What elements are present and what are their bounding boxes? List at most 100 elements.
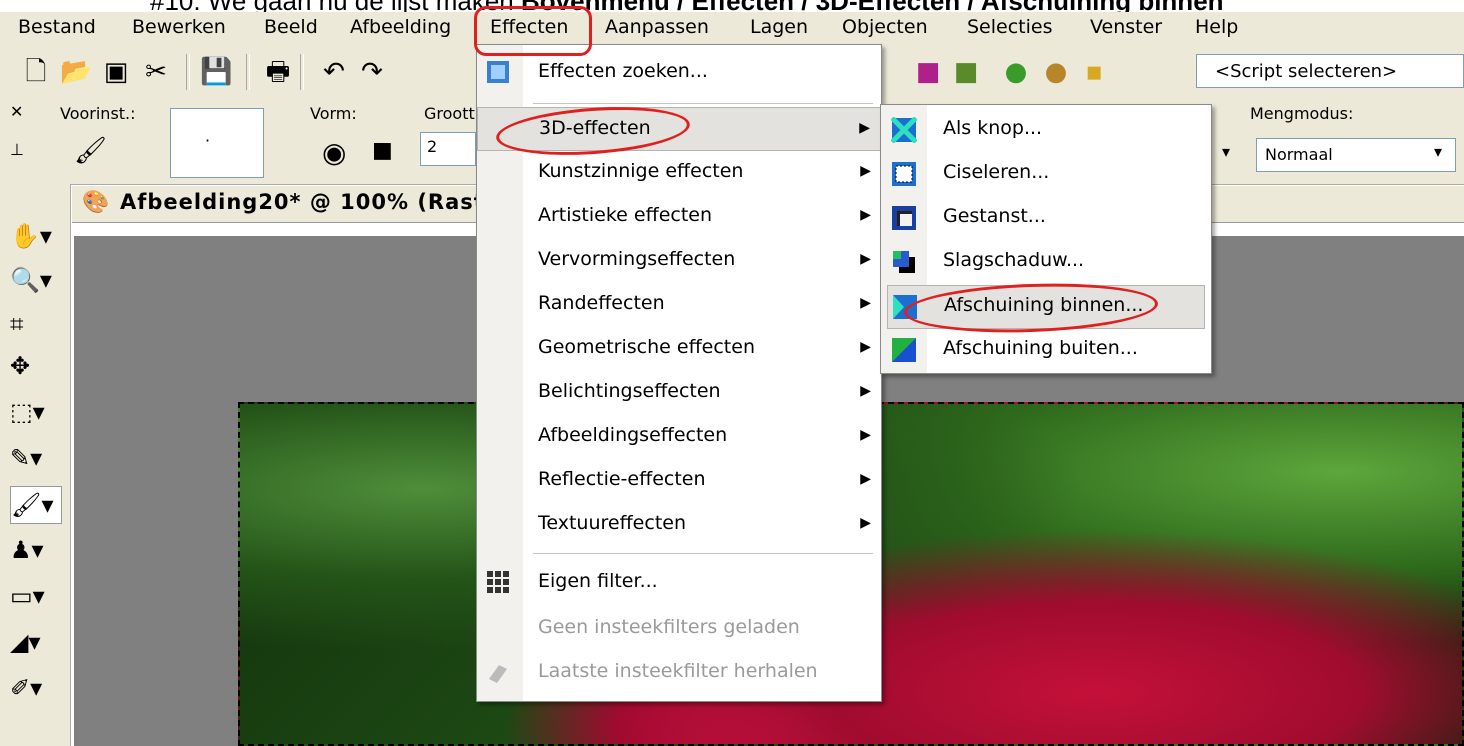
submenu-arrow-icon: ▶ bbox=[860, 251, 871, 267]
picture-icon[interactable]: ▪ bbox=[1078, 56, 1110, 88]
menu-item-repeat-last-plugin: Laatste insteekfilter herhalen bbox=[477, 651, 881, 695]
menu-item-label: Belichtingseffecten bbox=[538, 380, 721, 402]
brush-preset-icon[interactable]: 🖌 bbox=[74, 136, 107, 166]
save-icon[interactable]: 💾 bbox=[200, 56, 232, 88]
menu-item-label: Textuureffecten bbox=[538, 512, 687, 534]
submenu-item-label: Gestanst... bbox=[943, 205, 1046, 227]
3d-effects-submenu: Als knop... Ciseleren... Gestanst... Sla… bbox=[880, 104, 1212, 374]
crop-tool-icon[interactable]: ⌗ bbox=[10, 306, 60, 342]
print-icon[interactable]: 🖶 bbox=[262, 56, 294, 88]
repeat-plugin-icon bbox=[489, 665, 507, 683]
menu-separator bbox=[533, 103, 873, 104]
menu-item-search-effects[interactable]: Effecten zoeken... bbox=[477, 51, 881, 95]
menu-item-label: Effecten zoeken... bbox=[538, 60, 708, 82]
submenu-item-label: Afschuining buiten... bbox=[943, 337, 1138, 359]
scan-icon[interactable]: ✂ bbox=[140, 56, 172, 88]
palette-icon: 🎨 bbox=[82, 190, 110, 215]
chevron-down-icon[interactable]: ▾ bbox=[1434, 142, 1442, 161]
selection-tool-icon[interactable]: ⬚▾ bbox=[10, 394, 60, 430]
move-tool-icon[interactable]: ✥ bbox=[10, 348, 60, 384]
portrait-icon[interactable]: ■ bbox=[912, 56, 944, 88]
person-icon[interactable]: ● bbox=[1000, 56, 1032, 88]
preset-label: Voorinst.: bbox=[60, 104, 136, 123]
menu-item-distortion-effects[interactable]: Vervormingseffecten ▶ bbox=[477, 239, 881, 283]
outer-bevel-icon bbox=[892, 338, 916, 362]
menu-separator bbox=[533, 553, 873, 554]
pan-tool-icon[interactable]: ✋▾ bbox=[10, 218, 60, 254]
menu-item-texture-effects[interactable]: Textuureffecten ▶ bbox=[477, 503, 881, 547]
menu-item-label: Geometrische effecten bbox=[538, 336, 755, 358]
pin-icon[interactable]: ⊥ bbox=[10, 140, 24, 159]
submenu-arrow-icon: ▶ bbox=[860, 515, 871, 531]
menu-item-illumination-effects[interactable]: Belichtingseffecten ▶ bbox=[477, 371, 881, 415]
submenu-arrow-icon: ▶ bbox=[860, 471, 871, 487]
submenu-item-als-knop[interactable]: Als knop... bbox=[881, 109, 1211, 153]
submenu-arrow-icon: ▶ bbox=[860, 207, 871, 223]
menu-item-label: Kunstzinnige effecten bbox=[538, 160, 744, 182]
close-icon[interactable]: ✕ bbox=[10, 102, 23, 121]
menu-item-edge-effects[interactable]: Randeffecten ▶ bbox=[477, 283, 881, 327]
round-shape-icon[interactable]: ◉ bbox=[322, 136, 346, 169]
cutout-icon bbox=[892, 206, 916, 230]
button-effect-icon bbox=[891, 117, 917, 143]
submenu-item-label: Als knop... bbox=[943, 117, 1043, 139]
clone-tool-icon[interactable]: ♟▾ bbox=[10, 532, 60, 568]
browse-icon[interactable]: ▣ bbox=[100, 56, 132, 88]
menu-aanpassen[interactable]: Aanpassen bbox=[605, 16, 709, 38]
people-icon[interactable]: ● bbox=[1040, 56, 1072, 88]
open-folder-icon[interactable]: 📂 bbox=[60, 56, 92, 88]
chevron-down-icon[interactable]: ▾ bbox=[1222, 142, 1230, 161]
submenu-item-ciseleren[interactable]: Ciseleren... bbox=[881, 153, 1211, 197]
menu-item-label: Reflectie-effecten bbox=[538, 468, 706, 490]
menu-bestand[interactable]: Bestand bbox=[18, 16, 96, 38]
annotation-effecten-highlight bbox=[474, 6, 592, 56]
menu-item-geometric-effects[interactable]: Geometrische effecten ▶ bbox=[477, 327, 881, 371]
eraser-tool-icon[interactable]: ✐▾ bbox=[10, 670, 60, 706]
submenu-item-label: Ciseleren... bbox=[943, 161, 1050, 183]
shape-label: Vorm: bbox=[310, 104, 357, 123]
menu-bar: Bestand Bewerken Beeld Afbeelding Effect… bbox=[0, 12, 1464, 46]
dropper-tool-icon[interactable]: ✎▾ bbox=[10, 440, 60, 476]
drop-shadow-icon bbox=[893, 251, 915, 273]
brush-tip-select[interactable]: · bbox=[170, 108, 264, 178]
document-title: Afbeelding20* @ 100% (Raste bbox=[120, 190, 501, 214]
scratch-tool-icon[interactable]: ▭▾ bbox=[10, 578, 60, 614]
toolbar-separator bbox=[186, 54, 190, 90]
zoom-tool-icon[interactable]: 🔍▾ bbox=[10, 262, 60, 298]
blend-mode-label: Mengmodus: bbox=[1250, 104, 1354, 123]
landscape-icon[interactable]: ■ bbox=[950, 56, 982, 88]
submenu-arrow-icon: ▶ bbox=[860, 383, 871, 399]
submenu-item-gestanst[interactable]: Gestanst... bbox=[881, 197, 1211, 241]
menu-item-reflection-effects[interactable]: Reflectie-effecten ▶ bbox=[477, 459, 881, 503]
menu-item-user-defined-filter[interactable]: Eigen filter... bbox=[477, 561, 881, 605]
menu-objecten[interactable]: Objecten bbox=[842, 16, 928, 38]
menu-beeld[interactable]: Beeld bbox=[264, 16, 318, 38]
size-input[interactable]: 2 bbox=[420, 132, 476, 166]
menu-item-image-effects[interactable]: Afbeeldingseffecten ▶ bbox=[477, 415, 881, 459]
paintbrush-tool-icon[interactable]: 🖌▾ bbox=[10, 486, 62, 524]
menu-afbeelding[interactable]: Afbeelding bbox=[350, 16, 451, 38]
new-file-icon[interactable]: 🗋 bbox=[20, 56, 52, 88]
submenu-item-slagschaduw[interactable]: Slagschaduw... bbox=[881, 241, 1211, 285]
menu-help[interactable]: Help bbox=[1195, 16, 1238, 38]
menu-item-label: Randeffecten bbox=[538, 292, 665, 314]
menu-bewerken[interactable]: Bewerken bbox=[132, 16, 226, 38]
submenu-arrow-icon: ▶ bbox=[860, 163, 871, 179]
menu-selecties[interactable]: Selecties bbox=[967, 16, 1052, 38]
undo-icon[interactable]: ↶ bbox=[318, 56, 350, 88]
blend-mode-select[interactable]: Normaal bbox=[1256, 138, 1456, 172]
script-select[interactable]: <Script selecteren> bbox=[1196, 54, 1464, 88]
submenu-item-afschuining-buiten[interactable]: Afschuining buiten... bbox=[881, 329, 1211, 373]
dodge-tool-icon[interactable]: ◢▾ bbox=[10, 624, 60, 660]
submenu-arrow-icon: ▶ bbox=[860, 427, 871, 443]
menu-lagen[interactable]: Lagen bbox=[750, 16, 808, 38]
menu-item-label: Artistieke effecten bbox=[538, 204, 713, 226]
grid-filter-icon bbox=[487, 571, 509, 593]
menu-item-no-plugins: Geen insteekfilters geladen bbox=[477, 607, 881, 651]
redo-icon[interactable]: ↷ bbox=[356, 56, 388, 88]
menu-item-artistic-effects[interactable]: Artistieke effecten ▶ bbox=[477, 195, 881, 239]
menu-item-art-media-effects[interactable]: Kunstzinnige effecten ▶ bbox=[477, 151, 881, 195]
menu-venster[interactable]: Venster bbox=[1090, 16, 1162, 38]
toolbar-separator bbox=[246, 54, 250, 90]
square-shape-icon[interactable]: ■ bbox=[372, 138, 393, 163]
